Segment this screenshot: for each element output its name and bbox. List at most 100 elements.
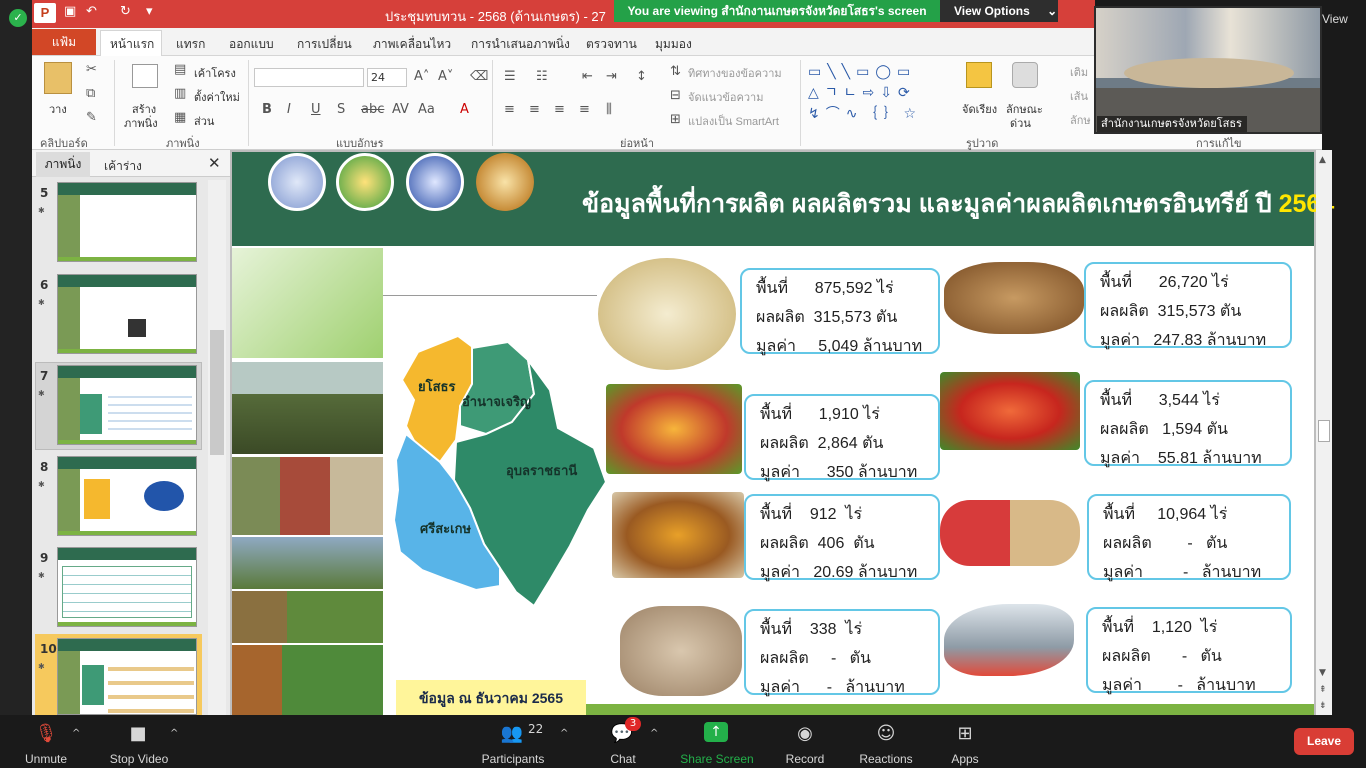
paste-icon[interactable] [44, 62, 72, 94]
quick-access-dropdown-icon[interactable]: ▾ [146, 4, 153, 19]
underline-icon[interactable]: U [311, 102, 321, 117]
slide-thumbnail-6[interactable] [57, 274, 197, 354]
bold-icon[interactable]: B [262, 102, 272, 117]
undo-icon[interactable]: ↶ [86, 4, 97, 19]
record-button[interactable]: Record [782, 752, 828, 766]
section-button[interactable]: ส่วน [194, 112, 214, 130]
line-spacing-icon[interactable]: ↕ [636, 69, 647, 84]
participants-button[interactable]: Participants [476, 752, 550, 766]
italic-icon[interactable]: I [287, 102, 291, 117]
slide-thumbnail-9[interactable] [57, 547, 197, 627]
layout-button[interactable]: เค้าโครง [194, 64, 236, 82]
next-slide-icon[interactable]: ⇟ [1319, 702, 1327, 711]
chat-chevron-icon[interactable]: ^ [650, 728, 658, 739]
slide-thumbnail-5[interactable] [57, 182, 197, 262]
shape-effects-button[interactable]: ลักษ [1070, 111, 1091, 129]
record-icon[interactable]: ◉ [793, 723, 817, 744]
share-screen-button[interactable]: Share Screen [678, 752, 756, 766]
tab-home[interactable]: หน้าแรก [110, 35, 154, 54]
format-painter-icon[interactable]: ✎ [86, 110, 97, 125]
align-text-icon[interactable]: ⊟ [670, 88, 681, 103]
numbering-icon[interactable]: ☷ [536, 69, 548, 84]
shadow-icon[interactable]: S [337, 102, 345, 117]
slide-thumbnail-8[interactable] [57, 456, 197, 536]
align-left-icon[interactable]: ≡ [504, 102, 515, 117]
arrange-icon[interactable] [966, 62, 992, 88]
scroll-up-icon[interactable]: ▲ [1319, 155, 1326, 165]
columns-icon[interactable]: ⫼ [606, 102, 612, 117]
tab-slideshow[interactable]: การนำเสนอภาพนิ่ง [471, 35, 570, 54]
tab-file[interactable]: แฟ้ม [32, 29, 96, 55]
decrease-indent-icon[interactable]: ⇤ [582, 69, 593, 84]
align-center-icon[interactable]: ≡ [529, 102, 540, 117]
slide-thumbnail-10[interactable] [57, 638, 197, 715]
participant-video-tile[interactable] [1094, 6, 1322, 134]
leave-button[interactable]: Leave [1294, 728, 1354, 755]
change-case-icon[interactable]: Aa [418, 102, 435, 117]
close-icon[interactable]: ✕ [208, 154, 221, 172]
smartart-icon[interactable]: ⊞ [670, 112, 681, 127]
strikethrough-icon[interactable]: abc [361, 102, 384, 117]
arrange-button[interactable]: จัดเรียง [962, 100, 997, 118]
redo-icon[interactable]: ↻ [120, 4, 131, 19]
audio-options-chevron-icon[interactable]: ^ [72, 728, 80, 739]
save-icon[interactable]: ▣ [64, 4, 76, 19]
tab-slides[interactable]: ภาพนิ่ง [36, 152, 90, 177]
shrink-font-icon[interactable]: A˅ [438, 69, 453, 84]
chat-button[interactable]: Chat [604, 752, 642, 766]
share-screen-icon[interactable]: ↑ [704, 722, 728, 742]
shape-outline-button[interactable]: เส้น [1070, 87, 1088, 105]
tab-review[interactable]: ตรวจทาน [586, 35, 637, 54]
align-text-button[interactable]: จัดแนวข้อความ [688, 88, 763, 106]
reset-icon[interactable]: ▥ [174, 86, 186, 101]
section-icon[interactable]: ▦ [174, 110, 186, 125]
reactions-button[interactable]: Reactions [856, 752, 916, 766]
security-shield-icon[interactable]: ✓ [9, 9, 27, 27]
tab-design[interactable]: ออกแบบ [229, 35, 274, 54]
tab-animations[interactable]: ภาพเคลื่อนไหว [373, 35, 451, 54]
font-size-input[interactable]: 24 [367, 68, 407, 87]
grow-font-icon[interactable]: A˄ [414, 69, 429, 84]
view-button[interactable]: View [1322, 12, 1348, 26]
video-options-chevron-icon[interactable]: ^ [170, 728, 178, 739]
slide-scroll-thumb[interactable] [1318, 420, 1330, 442]
copy-icon[interactable]: ⧉ [86, 86, 95, 101]
shapes-gallery[interactable]: ▭╲╲▭◯▭ △ㄱㄴ⇨⇩⟳ ↯⌒∿｛｝☆ [808, 62, 952, 126]
quick-styles-icon[interactable] [1012, 62, 1038, 88]
increase-indent-icon[interactable]: ⇥ [606, 69, 617, 84]
tab-outline[interactable]: เค้าร่าง [104, 157, 142, 176]
char-spacing-icon[interactable]: AV [392, 102, 409, 117]
tab-transitions[interactable]: การเปลี่ยน [297, 35, 352, 54]
participants-icon[interactable]: 👥 [500, 723, 524, 744]
new-slide-icon[interactable] [132, 64, 158, 88]
reactions-icon[interactable]: ☺ [874, 723, 898, 744]
scroll-down-icon[interactable]: ▼ [1319, 668, 1326, 678]
cut-icon[interactable]: ✂ [86, 62, 97, 77]
clear-format-icon[interactable]: ⌫ [470, 69, 488, 84]
font-name-input[interactable] [254, 68, 364, 87]
video-camera-icon[interactable]: ■ [126, 723, 150, 744]
participants-chevron-icon[interactable]: ^ [560, 728, 568, 739]
reset-button[interactable]: ตั้งค่าใหม่ [194, 88, 240, 106]
microphone-muted-icon[interactable]: 🎙 [34, 723, 58, 744]
bullets-icon[interactable]: ☰ [504, 69, 516, 84]
apps-icon[interactable]: ⊞ [953, 723, 977, 744]
previous-slide-icon[interactable]: ⇞ [1319, 686, 1327, 695]
view-options-button[interactable]: View Options ⌄ [940, 0, 1058, 22]
text-direction-button[interactable]: ทิศทางของข้อความ [688, 64, 782, 82]
layout-icon[interactable]: ▤ [174, 62, 186, 77]
apps-button[interactable]: Apps [946, 752, 984, 766]
tab-insert[interactable]: แทรก [176, 35, 205, 54]
shape-fill-button[interactable]: เติม [1070, 63, 1088, 81]
align-right-icon[interactable]: ≡ [554, 102, 565, 117]
justify-icon[interactable]: ≡ [579, 102, 590, 117]
font-color-icon[interactable]: A [460, 102, 469, 117]
stop-video-button[interactable]: Stop Video [104, 752, 174, 766]
text-direction-icon[interactable]: ⇅ [670, 64, 681, 79]
slide-thumbnail-7[interactable] [57, 365, 197, 445]
smartart-button[interactable]: แปลงเป็น SmartArt [688, 112, 779, 130]
unmute-button[interactable]: Unmute [18, 752, 74, 766]
panel-scroll-thumb[interactable] [210, 330, 224, 455]
new-slide-label-2[interactable]: ภาพนิ่ง [124, 114, 158, 132]
tab-view[interactable]: มุมมอง [655, 35, 692, 54]
